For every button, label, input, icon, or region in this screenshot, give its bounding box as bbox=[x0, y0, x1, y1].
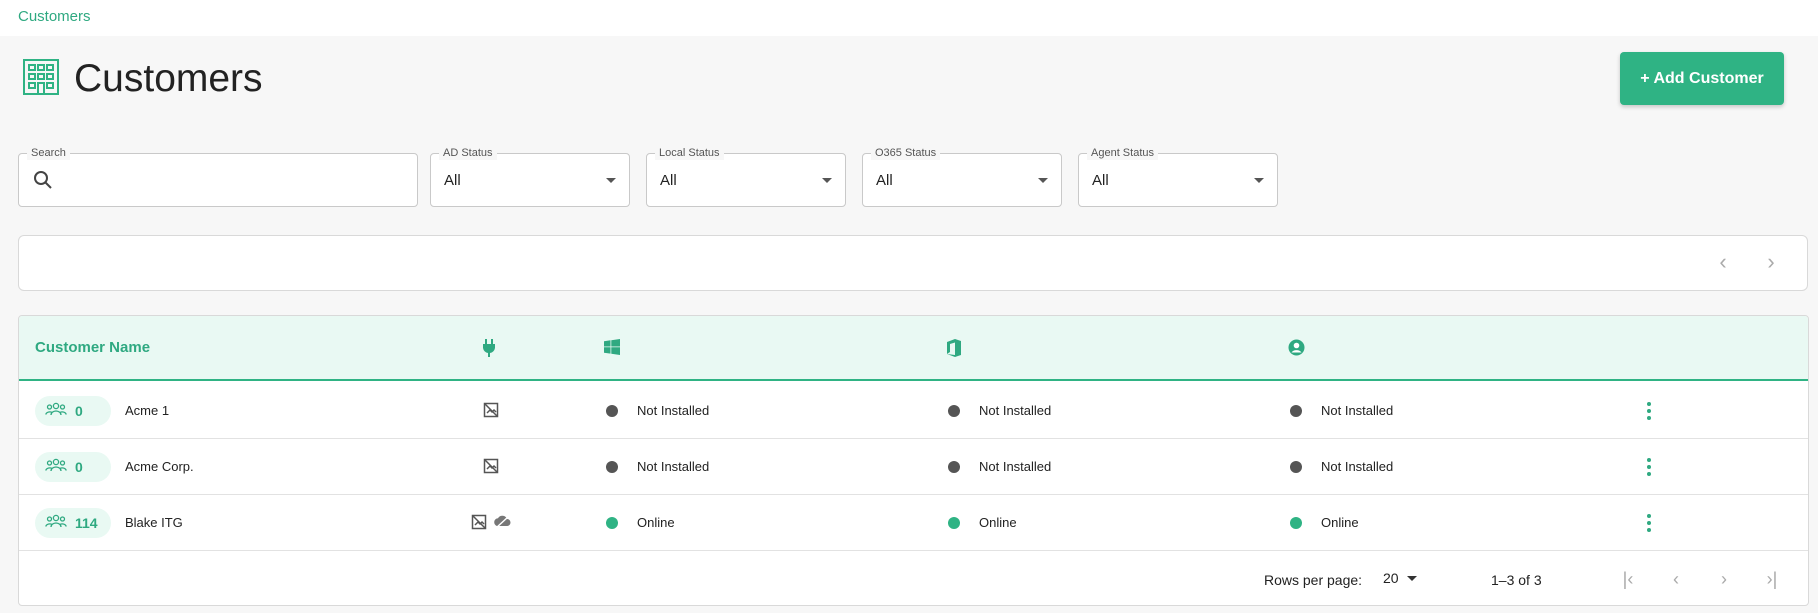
page-header: Customers bbox=[22, 57, 263, 101]
customer-name[interactable]: Blake ITG bbox=[125, 515, 183, 530]
rows-per-page-value: 20 bbox=[1383, 570, 1399, 586]
no-image-icon bbox=[483, 458, 499, 479]
search-label: Search bbox=[27, 146, 70, 160]
o365-status-dot bbox=[948, 405, 960, 417]
top-bar: Customers bbox=[0, 0, 1818, 36]
building-icon bbox=[22, 58, 60, 101]
chevron-right-icon[interactable]: › bbox=[1760, 251, 1782, 274]
ad-status-dot bbox=[606, 461, 618, 473]
ad-status-label: AD Status bbox=[439, 146, 497, 160]
chevron-down-icon bbox=[1406, 575, 1417, 581]
add-customer-button[interactable]: + Add Customer bbox=[1620, 52, 1784, 105]
table-row[interactable]: 114 Blake ITG Online Online Online bbox=[19, 495, 1808, 551]
prev-page-icon[interactable]: ‹ bbox=[1664, 568, 1688, 590]
ad-status-dot bbox=[606, 405, 618, 417]
next-page-icon[interactable]: › bbox=[1712, 568, 1736, 590]
user-count: 0 bbox=[75, 403, 83, 419]
ad-status-select[interactable]: AD Status All bbox=[430, 146, 630, 207]
o365-status-select[interactable]: O365 Status All bbox=[862, 146, 1062, 207]
page-range: 1–3 of 3 bbox=[1491, 572, 1542, 588]
agent-status-dot bbox=[1290, 405, 1302, 417]
agent-status-text: Not Installed bbox=[1321, 459, 1394, 474]
last-page-icon[interactable]: ›| bbox=[1760, 568, 1784, 590]
user-count-badge[interactable]: 114 bbox=[35, 508, 111, 538]
rows-per-page-label: Rows per page: bbox=[1264, 572, 1363, 588]
users-icon bbox=[45, 402, 67, 421]
o365-status-dot bbox=[948, 461, 960, 473]
user-circle-icon bbox=[1288, 339, 1305, 361]
agent-status-select[interactable]: Agent Status All bbox=[1078, 146, 1278, 207]
users-icon bbox=[45, 514, 67, 533]
office-icon bbox=[947, 339, 961, 362]
ad-status-value: All bbox=[444, 172, 461, 189]
no-image-icon bbox=[471, 514, 487, 535]
agent-status-dot bbox=[1290, 517, 1302, 529]
agent-status-dot bbox=[1290, 461, 1302, 473]
user-count-badge[interactable]: 0 bbox=[35, 452, 111, 482]
chevron-down-icon bbox=[606, 178, 616, 183]
no-image-icon bbox=[483, 402, 499, 423]
ad-status-text: Online bbox=[637, 515, 675, 530]
customer-name[interactable]: Acme Corp. bbox=[125, 459, 194, 474]
local-status-select[interactable]: Local Status All bbox=[646, 146, 846, 207]
summary-panel: ‹ › bbox=[18, 235, 1808, 291]
o365-status-value: All bbox=[876, 172, 893, 189]
local-status-value: All bbox=[660, 172, 677, 189]
users-icon bbox=[45, 458, 67, 477]
o365-status-text: Not Installed bbox=[979, 459, 1052, 474]
o365-status-text: Online bbox=[979, 515, 1017, 530]
local-status-label: Local Status bbox=[655, 146, 724, 160]
page-title: Customers bbox=[74, 57, 263, 100]
o365-status-label: O365 Status bbox=[871, 146, 941, 160]
agent-status-value: All bbox=[1092, 172, 1109, 189]
user-count: 0 bbox=[75, 459, 83, 475]
table-header: Customer Name bbox=[19, 316, 1808, 381]
chevron-down-icon bbox=[822, 178, 832, 183]
agent-status-label: Agent Status bbox=[1087, 146, 1158, 160]
user-count: 114 bbox=[75, 515, 98, 531]
row-menu-icon[interactable] bbox=[1646, 514, 1652, 532]
plug-icon bbox=[481, 339, 497, 362]
column-header-customer-name[interactable]: Customer Name bbox=[35, 339, 150, 356]
ad-status-text: Not Installed bbox=[637, 459, 710, 474]
o365-status-text: Not Installed bbox=[979, 403, 1052, 418]
rows-per-page-select[interactable]: 20 bbox=[1383, 570, 1417, 586]
ad-status-text: Not Installed bbox=[637, 403, 710, 418]
chevron-down-icon bbox=[1038, 178, 1048, 183]
cloud-sync-icon bbox=[493, 514, 511, 535]
row-menu-icon[interactable] bbox=[1646, 402, 1652, 420]
ad-status-dot bbox=[606, 517, 618, 529]
search-field[interactable]: Search bbox=[18, 146, 418, 207]
breadcrumb[interactable]: Customers bbox=[18, 8, 91, 25]
customers-table: Customer Name 0 Acme 1 Not Installed Not… bbox=[18, 315, 1809, 606]
table-row[interactable]: 0 Acme 1 Not Installed Not Installed Not… bbox=[19, 383, 1808, 439]
chevron-down-icon bbox=[1254, 178, 1264, 183]
pagination: Rows per page: 20 1–3 of 3 |‹ ‹ › ›| bbox=[19, 552, 1808, 605]
row-menu-icon[interactable] bbox=[1646, 458, 1652, 476]
search-icon bbox=[33, 170, 53, 195]
agent-status-text: Online bbox=[1321, 515, 1359, 530]
agent-status-text: Not Installed bbox=[1321, 403, 1394, 418]
chevron-left-icon[interactable]: ‹ bbox=[1712, 251, 1734, 274]
user-count-badge[interactable]: 0 bbox=[35, 396, 111, 426]
windows-icon bbox=[604, 339, 620, 360]
o365-status-dot bbox=[948, 517, 960, 529]
customer-name[interactable]: Acme 1 bbox=[125, 403, 169, 418]
first-page-icon[interactable]: |‹ bbox=[1616, 568, 1640, 590]
table-row[interactable]: 0 Acme Corp. Not Installed Not Installed… bbox=[19, 439, 1808, 495]
